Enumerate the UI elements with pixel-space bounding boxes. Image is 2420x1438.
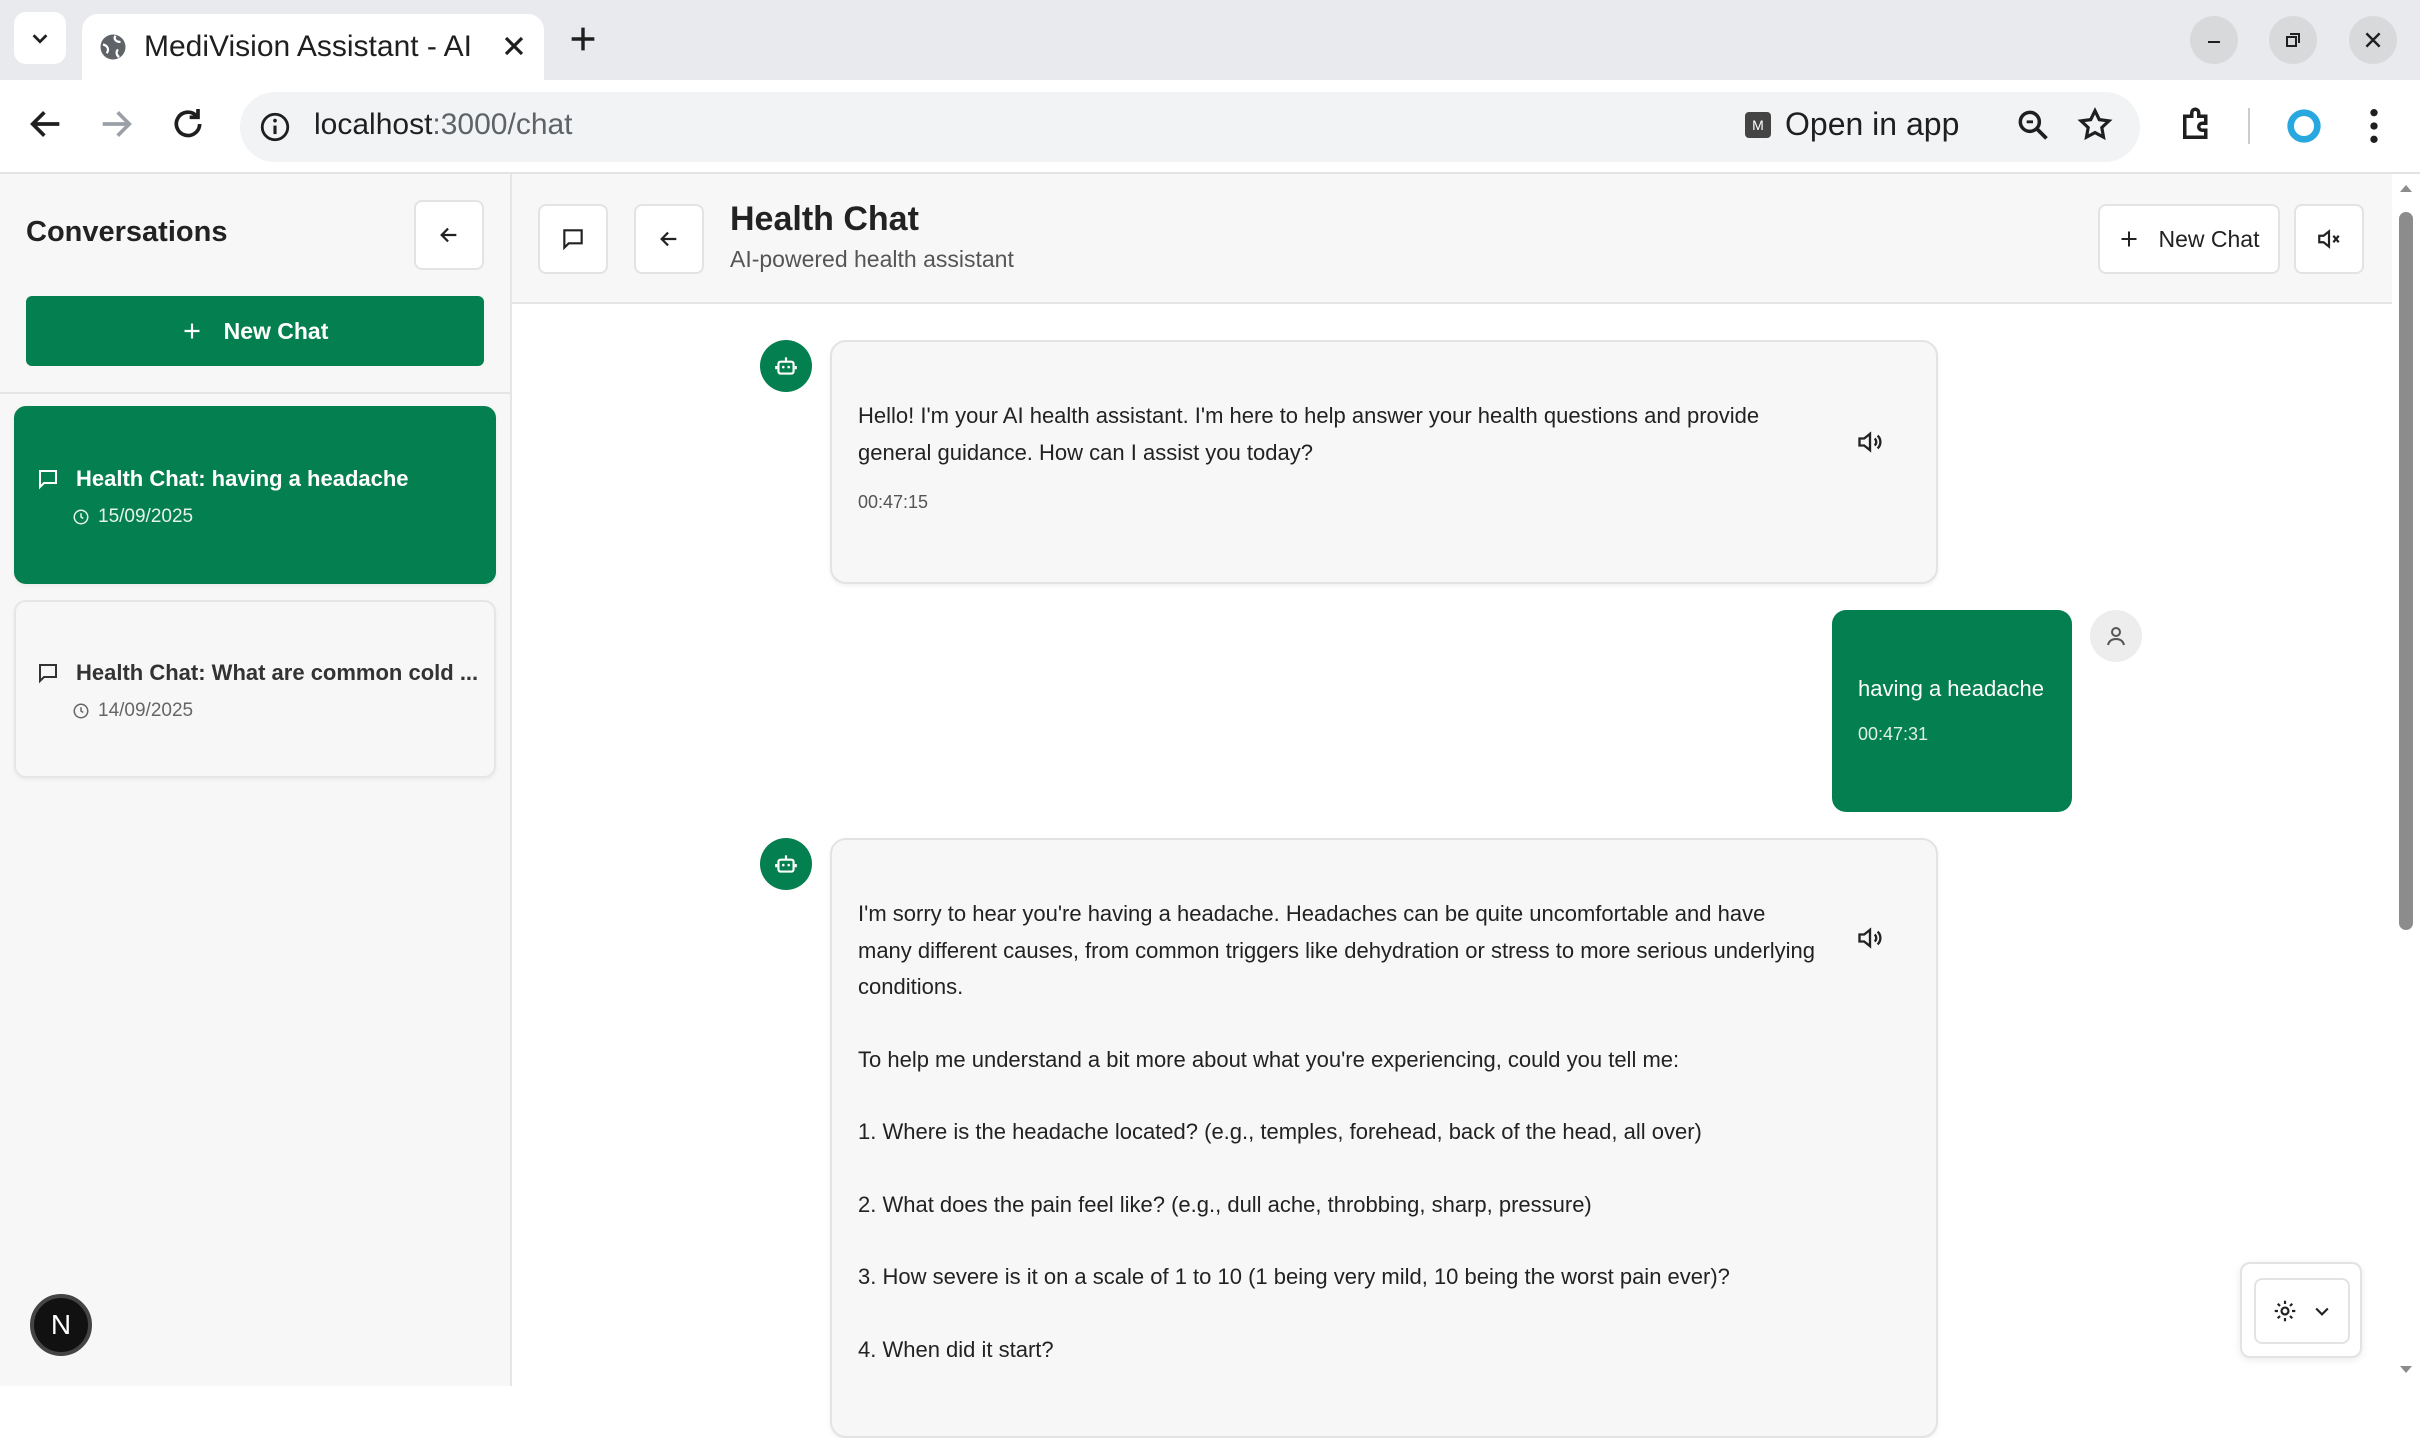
page-subtitle: AI-powered health assistant bbox=[730, 246, 1014, 272]
url-path: :3000/chat bbox=[432, 108, 573, 141]
bot-avatar bbox=[760, 838, 812, 890]
toolbar-divider bbox=[2248, 108, 2250, 144]
conversation-date: 14/09/2025 bbox=[98, 700, 194, 721]
speaker-icon[interactable] bbox=[1856, 428, 1884, 456]
clock-icon bbox=[73, 509, 89, 525]
user-avatar bbox=[2090, 610, 2142, 662]
minimize-button[interactable] bbox=[2190, 16, 2238, 64]
app-badge-icon: M bbox=[1745, 111, 1771, 138]
chat-main: Health Chat AI-powered health assistant … bbox=[512, 174, 2392, 1438]
sidebar-divider bbox=[0, 392, 510, 394]
message-text: Hello! I'm your AI health assistant. I'm… bbox=[858, 403, 1760, 465]
header-new-chat-button[interactable]: New Chat bbox=[2098, 204, 2280, 274]
plus-icon bbox=[184, 323, 200, 339]
forward-icon[interactable] bbox=[96, 104, 136, 144]
page-scrollbar[interactable] bbox=[2392, 174, 2420, 1386]
message-time: 00:47:31 bbox=[1858, 724, 1929, 744]
sidebar-title: Conversations bbox=[26, 216, 228, 248]
open-in-app-label: Open in app bbox=[1785, 106, 1960, 142]
browser-toolbar: localhost:3000/chat M Open in app bbox=[0, 80, 2420, 174]
arrow-left-icon bbox=[660, 231, 677, 247]
collapse-sidebar-button[interactable] bbox=[414, 200, 484, 270]
new-chat-label: New Chat bbox=[223, 317, 329, 344]
star-icon[interactable] bbox=[2076, 106, 2114, 144]
speaker-icon[interactable] bbox=[1856, 924, 1884, 952]
tab-list-button[interactable] bbox=[14, 12, 66, 64]
restore-icon bbox=[2286, 33, 2300, 47]
browser-tab-strip: MediVision Assistant - AI bbox=[0, 0, 2420, 80]
message-icon bbox=[39, 470, 57, 490]
message-time: 00:47:15 bbox=[858, 492, 929, 512]
bot-icon bbox=[775, 357, 797, 375]
conversation-title: Health Chat: What are common cold ... bbox=[76, 660, 479, 685]
url-text: localhost:3000/chat bbox=[314, 108, 573, 142]
message-icon bbox=[39, 664, 57, 684]
scroll-up-icon[interactable] bbox=[2398, 182, 2414, 194]
message-paragraph: I'm sorry to hear you're having a headac… bbox=[858, 901, 1816, 999]
list-item: 3. How severe is it on a scale of 1 to 1… bbox=[858, 1264, 1730, 1289]
restore-button[interactable] bbox=[2269, 16, 2317, 64]
conversation-date: 15/09/2025 bbox=[98, 506, 194, 527]
url-host: localhost bbox=[314, 108, 433, 141]
dev-tools-badge[interactable]: N bbox=[30, 1294, 92, 1356]
profile-icon[interactable] bbox=[2284, 106, 2324, 146]
reload-icon[interactable] bbox=[168, 104, 208, 144]
conversation-item[interactable]: Health Chat: having a headache 15/09/202… bbox=[14, 406, 496, 584]
chevron-down-icon bbox=[32, 34, 48, 44]
chevron-down-icon bbox=[2315, 1307, 2329, 1316]
list-item: 1. Where is the headache located? (e.g.,… bbox=[858, 1119, 1702, 1144]
close-icon bbox=[2365, 32, 2381, 48]
conversation-title: Health Chat: having a headache bbox=[76, 466, 409, 491]
settings-button[interactable] bbox=[2254, 1278, 2350, 1344]
bot-icon bbox=[775, 855, 797, 873]
arrow-left-icon bbox=[440, 227, 457, 243]
menu-icon[interactable] bbox=[2362, 106, 2386, 146]
open-in-app-button[interactable]: M Open in app bbox=[1745, 106, 1959, 143]
extensions-icon[interactable] bbox=[2176, 104, 2218, 146]
search-icon[interactable] bbox=[2014, 106, 2052, 144]
toggle-conversations-button[interactable] bbox=[538, 204, 608, 274]
conversations-sidebar: Conversations New Chat Health Chat: havi… bbox=[0, 174, 512, 1386]
mute-icon bbox=[2318, 229, 2340, 249]
minimize-icon bbox=[2208, 41, 2220, 43]
back-button[interactable] bbox=[634, 204, 704, 274]
browser-tab[interactable]: MediVision Assistant - AI bbox=[82, 14, 544, 80]
list-item: 2. What does the pain feel like? (e.g., … bbox=[858, 1191, 1592, 1217]
back-icon[interactable] bbox=[26, 104, 66, 144]
user-message: having a headache 00:47:31 bbox=[1832, 610, 2072, 812]
scrollbar-thumb[interactable] bbox=[2399, 212, 2413, 930]
assistant-message: I'm sorry to hear you're having a headac… bbox=[830, 838, 1938, 1438]
message-text: having a headache bbox=[1858, 676, 2044, 701]
message-icon bbox=[563, 229, 583, 251]
user-icon bbox=[2107, 627, 2125, 646]
tab-title: MediVision Assistant - AI bbox=[144, 30, 472, 63]
message-text: I'm sorry to hear you're having a headac… bbox=[858, 896, 1818, 1368]
sidebar-new-chat-button[interactable]: New Chat bbox=[26, 296, 484, 366]
scroll-down-icon[interactable] bbox=[2398, 1364, 2414, 1376]
conversation-item[interactable]: Health Chat: What are common cold ... 14… bbox=[14, 600, 496, 778]
address-bar[interactable]: localhost:3000/chat M Open in app bbox=[240, 92, 2140, 162]
accessibility-settings-widget bbox=[2240, 1262, 2362, 1358]
mute-button[interactable] bbox=[2294, 204, 2364, 274]
clock-icon bbox=[73, 703, 89, 719]
gear-icon bbox=[2274, 1300, 2296, 1322]
globe-icon bbox=[100, 34, 126, 60]
plus-icon bbox=[2121, 231, 2136, 247]
chat-header: Health Chat AI-powered health assistant … bbox=[512, 174, 2392, 304]
page-title: Health Chat bbox=[730, 200, 919, 238]
assistant-message: Hello! I'm your AI health assistant. I'm… bbox=[830, 340, 1938, 584]
new-tab-plus-icon[interactable] bbox=[566, 22, 600, 56]
close-window-button[interactable] bbox=[2349, 16, 2397, 64]
info-icon[interactable] bbox=[258, 110, 292, 144]
message-paragraph: To help me understand a bit more about w… bbox=[858, 1046, 1680, 1072]
close-icon[interactable] bbox=[498, 30, 530, 62]
bot-avatar bbox=[760, 340, 812, 392]
list-item: 4. When did it start? bbox=[858, 1336, 1054, 1362]
new-chat-label: New Chat bbox=[2158, 225, 2260, 252]
